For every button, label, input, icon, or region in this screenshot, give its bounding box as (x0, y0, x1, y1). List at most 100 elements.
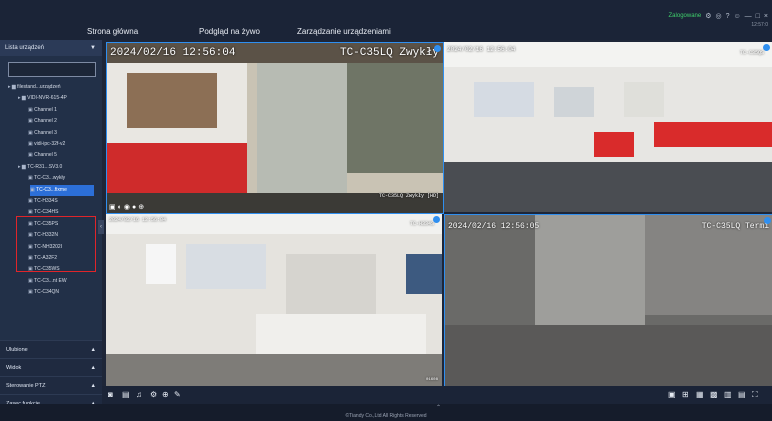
tree-item-label: filestand...urządzeń (17, 84, 61, 90)
tree-item-channel[interactable]: ▣ Channel 5 (28, 150, 57, 161)
layout-9-icon[interactable]: ▩ (710, 390, 718, 399)
device-list-header[interactable]: Lista urządzeń ▼ (0, 40, 102, 56)
camera-1-image (107, 43, 443, 213)
video-icon[interactable]: ▣ (109, 204, 118, 211)
zoom-icon[interactable]: ⊕ (138, 204, 146, 211)
section-label: Ulubione (6, 347, 28, 353)
folder-icon: ▸ ▆ (8, 84, 18, 90)
sidebar: Lista urządzeń ▼ ▸ ▆ filestand...urządze… (0, 40, 102, 413)
tree-item-channel[interactable]: ▣ Channel 1 (28, 105, 57, 116)
snapshot-all-icon[interactable]: ◙ (108, 390, 113, 399)
fullscreen-icon[interactable]: ⛶ (752, 390, 758, 400)
device-search-input[interactable] (8, 62, 96, 77)
nav-devices[interactable]: Zarządzanie urządzeniami (297, 27, 391, 36)
login-status: Zalogowane (668, 13, 702, 19)
tree-item-channel[interactable]: ▣ TC-C34QN (28, 287, 59, 298)
minimize-icon[interactable]: — (745, 13, 752, 20)
edit-icon[interactable]: ✎ (174, 390, 181, 399)
tree-item-channel[interactable]: ▣ TC-C3...wykły (28, 173, 65, 184)
status-dot (433, 216, 440, 223)
camera-label: TC-C35LQ Zwykły [HD] (378, 193, 439, 199)
section-label: Sterowanie PTZ (6, 383, 46, 389)
camera-name: TC-C35LQ Termi (701, 222, 769, 231)
nav-home[interactable]: Strona główna (87, 27, 138, 36)
layout-custom-icon[interactable]: ▤ (738, 390, 746, 399)
tree-item-group[interactable]: ▸ ▆ TC-R31...SV3.0 (18, 162, 62, 173)
close-icon[interactable]: × (764, 13, 768, 20)
nav-live[interactable]: Podgląd na żywo (199, 27, 260, 36)
tree-item-label: TC-R31...SV3.0 (27, 163, 63, 170)
status-dot (434, 45, 441, 52)
status-secondary: 12:57:0 (751, 22, 768, 28)
status-dot (764, 217, 771, 224)
camera-3-image (106, 214, 442, 386)
footer: ⌃ ©Tiandy Co.,Ltd All Rights Reserved (0, 404, 772, 421)
section-label: Widok (6, 365, 22, 371)
tree-item-group[interactable]: ▸ ▆ VIDI-NVR-615-4P (18, 93, 67, 104)
zoom-icon[interactable]: ⊕ (162, 390, 169, 399)
camera-tile-4[interactable]: 2024/02/16 12:56:05 TC-C35LQ Termi (444, 214, 772, 388)
folder-icon: ▸ ▆ (18, 163, 28, 170)
settings-icon[interactable]: ⚙ (705, 12, 711, 20)
chevron-up-icon: ▲ (90, 347, 96, 353)
layout-1-icon[interactable]: ▣ (668, 390, 676, 399)
tree-item-label: TC-C3...wykły (34, 175, 66, 182)
tree-item-label: VIDI-NVR-615-4P (27, 95, 67, 102)
device-list-title: Lista urządzeń (5, 45, 45, 51)
chevron-up-icon: ▲ (90, 383, 96, 389)
chevron-up-icon[interactable]: ⌃ (436, 404, 441, 411)
tree-item-label: TC-C34HS (34, 209, 59, 216)
tree-item-label: vidi-ipc-32f-v2 (34, 141, 66, 147)
sidebar-collapse-button[interactable]: ‹ (98, 220, 104, 234)
tree-item-label: Channel 2 (34, 118, 57, 125)
top-bar: Strona główna Podgląd na żywo Zarządzani… (0, 0, 772, 40)
tree-item-channel[interactable]: ▣ Channel 3 (28, 128, 57, 139)
settings-icon[interactable]: ⚙ (150, 390, 157, 399)
audio-all-icon[interactable]: ♫ (136, 390, 142, 399)
lock-icon[interactable]: ◎ (716, 12, 722, 20)
tree-item-channel[interactable]: ▣ vidi-ipc-32f-v2 (28, 139, 65, 150)
camera-name: TC-C35LQ Zwykły (339, 47, 439, 59)
tree-item-label: Channel 3 (34, 129, 57, 136)
video-grid: 2024/02/16 12:56:04 TC-C35LQ Zwykły TC-C… (102, 40, 772, 410)
camera-2-image (444, 42, 772, 212)
chevron-down-icon[interactable]: ▼ (90, 40, 96, 56)
section-favorites[interactable]: Ulubione ▲ (0, 340, 102, 359)
status-area: Zalogowane ⚙ ◎ ? ☺ — □ × (668, 12, 768, 21)
chevron-up-icon: ▲ (90, 365, 96, 371)
tree-item-channel[interactable]: ▣ TC-C3...nt EW (28, 276, 67, 287)
camera-tile-1[interactable]: 2024/02/16 12:56:04 TC-C35LQ Zwykły TC-C… (106, 42, 444, 214)
timestamp: 2024/02/16 12:56:04 (110, 47, 236, 59)
maximize-icon[interactable]: □ (756, 13, 760, 20)
camera-tile-2[interactable]: 2024/02/16 12:56:04 TC-C35QS (444, 42, 772, 212)
timestamp: 2024/02/16 12:56:04 (109, 217, 167, 223)
camera-tile-3[interactable]: 2024/02/16 12:56:04 TC-H334S 01608 (106, 214, 442, 386)
timestamp: 2024/02/16 12:56:04 (447, 46, 516, 53)
camera-label: 01608 (425, 378, 438, 382)
tree-item-channel[interactable]: ▣ TC-H334S (28, 196, 58, 207)
help-icon[interactable]: ? (726, 13, 730, 20)
camera-4-image (445, 215, 772, 387)
tree-item-channel[interactable]: ▣ Channel 2 (28, 116, 57, 127)
tile-toolbar: ▣◐◉●⊕ (109, 203, 146, 211)
layout-4-icon[interactable]: ⊞ (682, 390, 689, 399)
tree-item-label: Channel 1 (34, 106, 57, 113)
highlight-box (16, 216, 96, 272)
user-icon[interactable]: ☺ (734, 13, 741, 20)
record-all-icon[interactable]: ▤ (122, 390, 130, 399)
snapshot-icon[interactable]: ◉ (124, 204, 132, 211)
layout-6-icon[interactable]: ▦ (696, 390, 704, 399)
folder-icon: ▸ ▆ (18, 95, 28, 102)
status-dot (763, 44, 770, 51)
section-ptz[interactable]: Sterowanie PTZ ▲ (0, 376, 102, 395)
camera-name: TC-C35QS (739, 50, 764, 56)
tree-item-label: Channel 5 (34, 152, 57, 159)
tree-item-label: TC-C34QN (34, 289, 60, 296)
tree-item-label: TC-C3...nt EW (34, 277, 67, 284)
layout-16-icon[interactable]: ▥ (724, 390, 732, 399)
tree-item-channel[interactable]: ▣ TC-C3...fixme (30, 184, 94, 196)
bottom-toolbar: ◙ ▤ ♫ ⚙ ⊕ ✎ ▣ ⊞ ▦ ▩ ▥ ▤ ⛶ (102, 386, 772, 404)
tree-item-group[interactable]: ▸ ▆ filestand...urządzeń (8, 82, 61, 93)
copyright: ©Tiandy Co.,Ltd All Rights Reserved (345, 413, 427, 419)
section-view[interactable]: Widok ▲ (0, 358, 102, 377)
